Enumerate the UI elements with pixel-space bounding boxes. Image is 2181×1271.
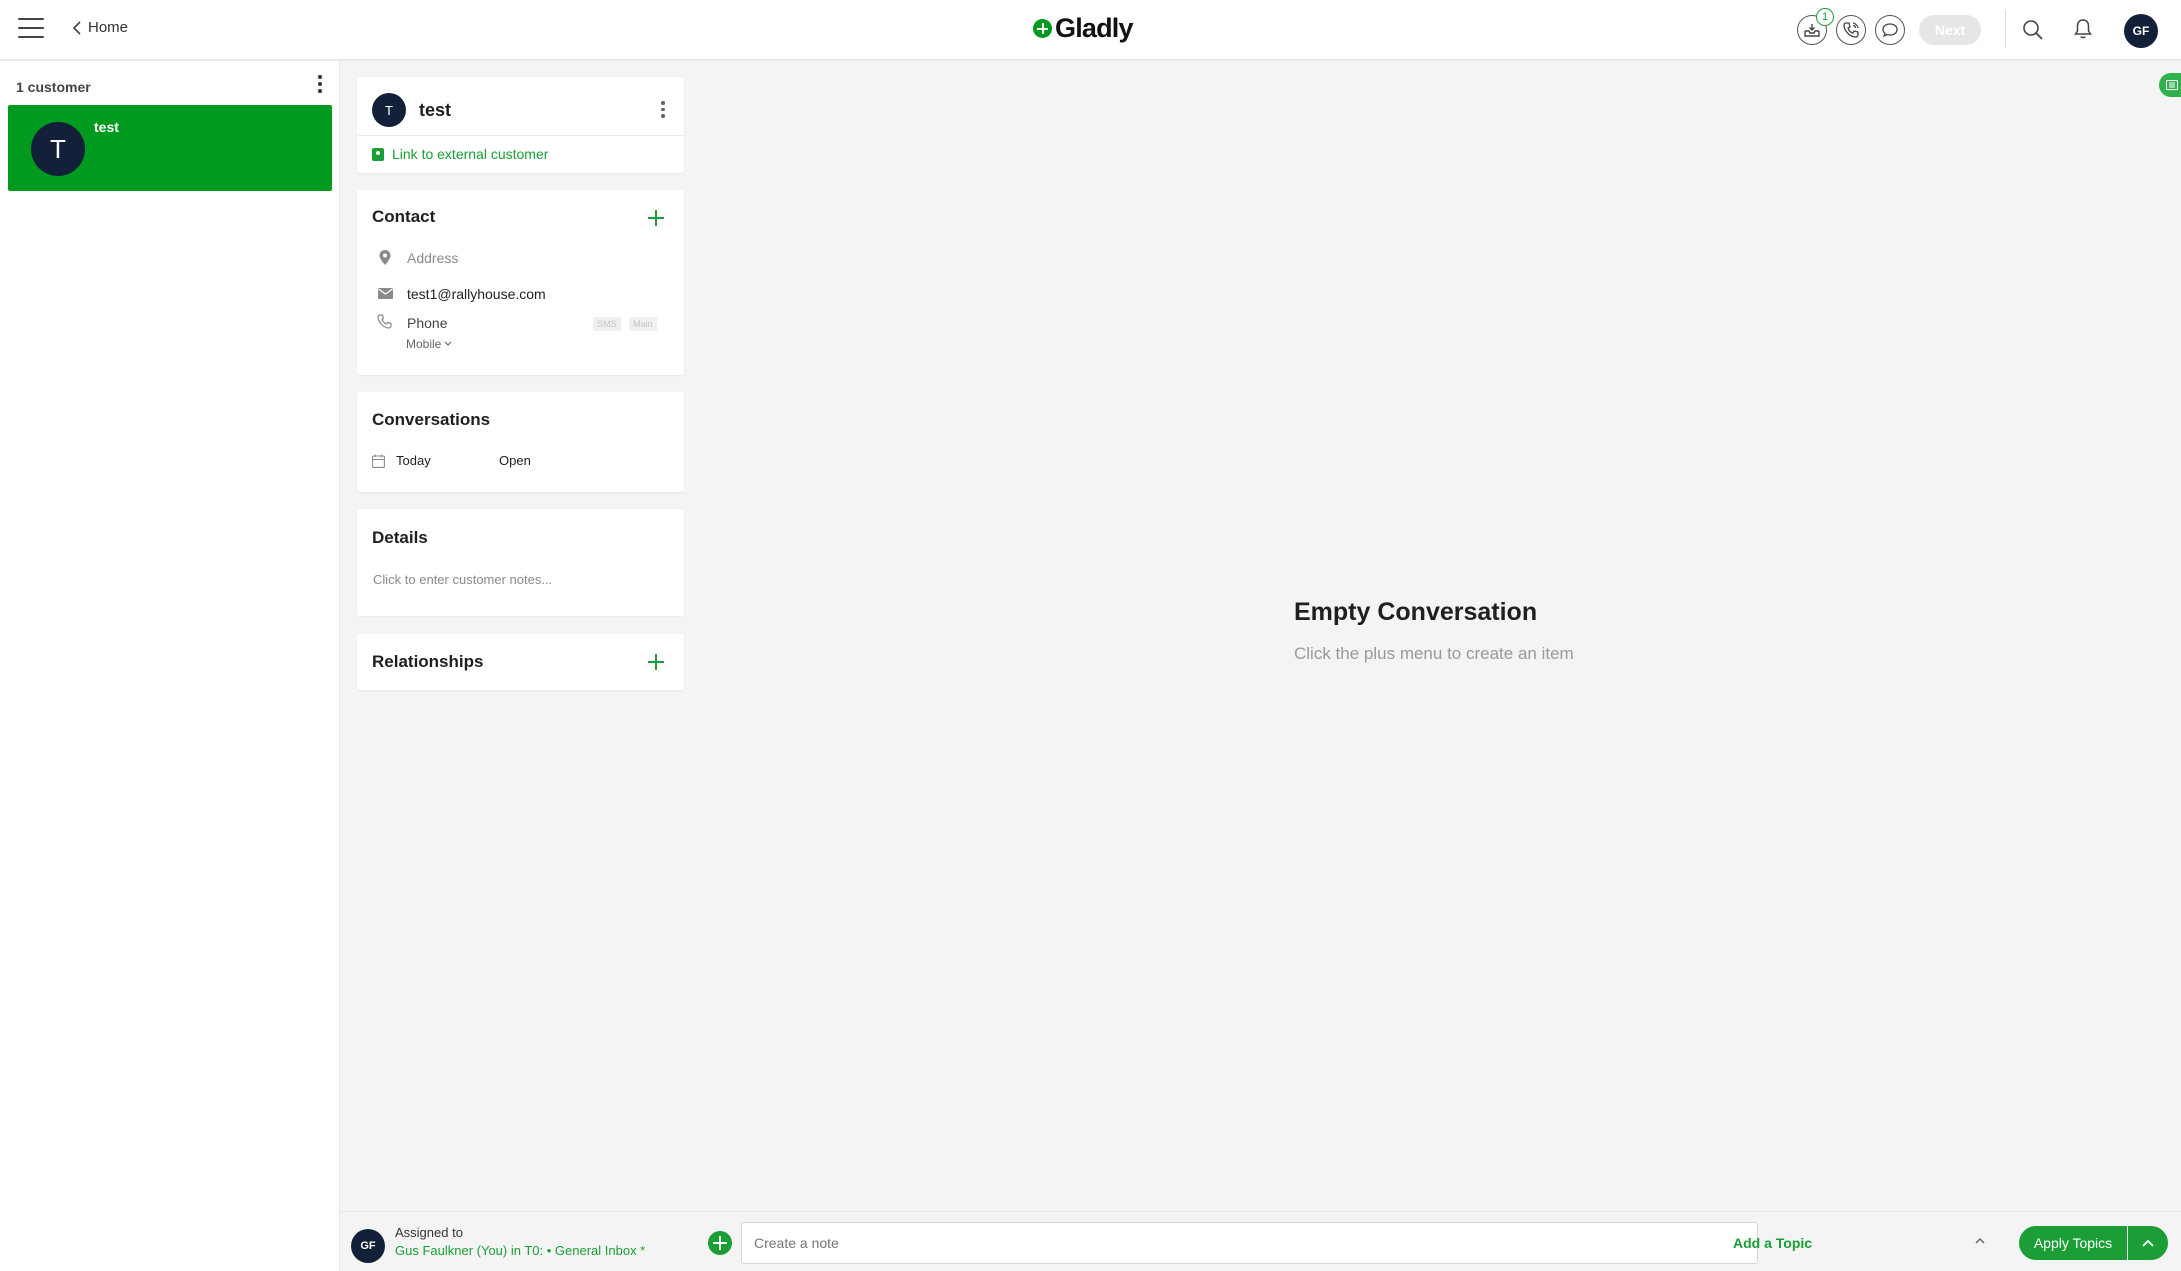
customer-notes-field[interactable]: Click to enter customer notes... [373,572,552,587]
customer-list-item[interactable]: T test [8,105,332,191]
chevron-left-icon [72,20,81,35]
phone-field[interactable]: Phone [407,315,447,331]
profile-name[interactable]: test [419,100,451,121]
phone-button[interactable] [1836,15,1866,45]
empty-conversation-title: Empty Conversation [1294,598,1538,626]
apply-topics-button[interactable]: Apply Topics [2019,1226,2127,1260]
location-pin-icon [379,250,391,265]
main-tag[interactable]: Main [629,317,657,331]
contact-list-icon [2166,80,2178,90]
gladly-logo: Gladly [1033,13,1134,44]
user-avatar[interactable]: GF [2124,14,2158,48]
toolbar-divider [2005,10,2006,48]
phone-field-icon [377,314,392,329]
chat-button[interactable] [1875,15,1905,45]
logo-text: Gladly [1055,13,1134,43]
customer-count: 1 customer [16,79,91,95]
profile-avatar: T [372,93,406,127]
composer-bar: GF Assigned to Gus Faulkner (You) in T0:… [341,1211,2181,1271]
assigned-to-label: Assigned to [395,1225,463,1240]
calendar-icon [372,454,385,468]
customer-list-menu-icon[interactable] [310,75,330,97]
assignee-avatar: GF [351,1229,385,1263]
search-icon[interactable] [2022,19,2044,41]
menu-icon[interactable] [18,18,44,40]
create-note-input[interactable] [741,1222,1758,1264]
add-contact-icon[interactable] [647,209,665,227]
chat-icon [1882,23,1898,38]
home-link-label: Home [88,19,129,36]
phone-type-label: Mobile [406,337,442,351]
email-field[interactable]: test1@rallyhouse.com [407,286,546,302]
relationships-title: Relationships [372,652,484,671]
top-bar: Home Gladly 1 Next GF [0,0,2181,60]
email-icon [378,288,393,299]
link-external-label: Link to external customer [392,146,549,162]
side-panel-toggle[interactable] [2159,73,2181,97]
contact-card: Contact Address test1@rallyhouse.com Pho… [357,190,684,375]
empty-conversation-subtitle: Click the plus menu to create an item [1294,644,1574,663]
chevron-down-icon [444,341,452,346]
add-relationship-icon[interactable] [647,653,665,671]
home-link[interactable]: Home [72,19,128,36]
customer-name: test [94,119,119,135]
phone-icon [1843,22,1859,38]
profile-divider [357,135,684,136]
conversation-status: Open [499,453,531,468]
inbox-count-badge: 1 [1816,8,1834,26]
details-card: Details Click to enter customer notes... [357,509,684,616]
conversations-card: Conversations Today Open [357,392,684,492]
phone-type-dropdown[interactable]: Mobile [406,337,452,351]
conversations-title: Conversations [372,410,491,429]
relationships-card: Relationships [357,634,684,690]
contact-title: Contact [372,207,436,226]
apply-topics-dropdown[interactable] [2128,1226,2168,1260]
conversation-row[interactable]: Today Open [357,452,684,476]
logo-plus-icon [1033,19,1052,38]
details-title: Details [372,528,428,547]
inbox-button[interactable]: 1 [1797,8,1834,45]
sms-tag[interactable]: SMS [593,317,621,331]
add-topic-link[interactable]: Add a Topic [1733,1235,1812,1251]
contact-card-icon [372,147,384,161]
address-field[interactable]: Address [407,250,458,266]
profile-menu-icon[interactable] [657,101,669,121]
customer-profile-card: T test Link to external customer [357,77,684,173]
customer-avatar: T [31,122,85,176]
notification-bell-icon[interactable] [2073,18,2093,40]
chevron-up-icon [2142,1239,2154,1247]
assignee-link[interactable]: Gus Faulkner (You) in T0: • General Inbo… [395,1243,645,1258]
conversation-date: Today [396,453,431,468]
chevron-up-icon[interactable] [1972,1233,1988,1249]
link-external-customer-link[interactable]: Link to external customer [372,146,548,162]
add-item-button[interactable] [708,1231,732,1255]
customer-list-panel: 1 customer T test « [0,61,340,1271]
next-button[interactable]: Next [1919,15,1981,45]
